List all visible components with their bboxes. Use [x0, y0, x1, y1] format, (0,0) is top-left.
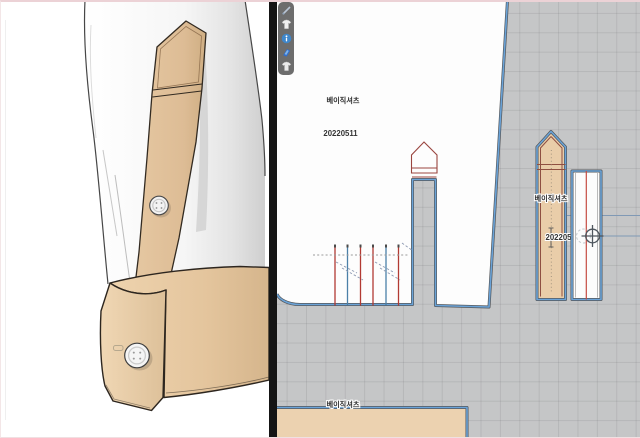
shirt-icon: [281, 19, 292, 30]
placket-piece-label: 베이직셔츠: [534, 194, 567, 203]
pattern-drawing-area[interactable]: 베이직셔츠 20220511: [277, 0, 640, 438]
cuff-piece-label: 베이직셔츠: [326, 400, 359, 409]
sleeve-pattern-piece[interactable]: 베이직셔츠 20220511: [277, 0, 508, 307]
sleeve-piece-date: 20220511: [323, 129, 358, 138]
panel-divider: [269, 0, 277, 438]
viewport-margin-line: [5, 20, 6, 420]
cuff-3d[interactable]: [100, 267, 269, 411]
pen-line-icon: [281, 5, 292, 16]
info-icon: [281, 33, 292, 44]
sleeve-piece-label: 베이직셔츠: [326, 96, 359, 105]
fabric-fold-tool-button[interactable]: [279, 46, 293, 59]
3d-garment-viewport[interactable]: [0, 0, 269, 438]
garment-cad-window: 베이직셔츠 20220511: [0, 0, 640, 438]
info-tool-button[interactable]: [279, 32, 293, 45]
shirt-pattern-tool-button[interactable]: [279, 60, 293, 73]
cuff-pattern-piece[interactable]: 베이직셔츠: [277, 400, 467, 438]
2d-pattern-canvas[interactable]: 베이직셔츠 20220511: [277, 0, 640, 438]
fabric-fold-icon: [281, 47, 292, 58]
view-toolbar: [278, 2, 294, 75]
pen-line-tool-button[interactable]: [279, 4, 293, 17]
3d-sleeve-render[interactable]: [0, 0, 269, 438]
shirt-3d-tool-button[interactable]: [279, 18, 293, 31]
shirt2-icon: [281, 61, 292, 72]
